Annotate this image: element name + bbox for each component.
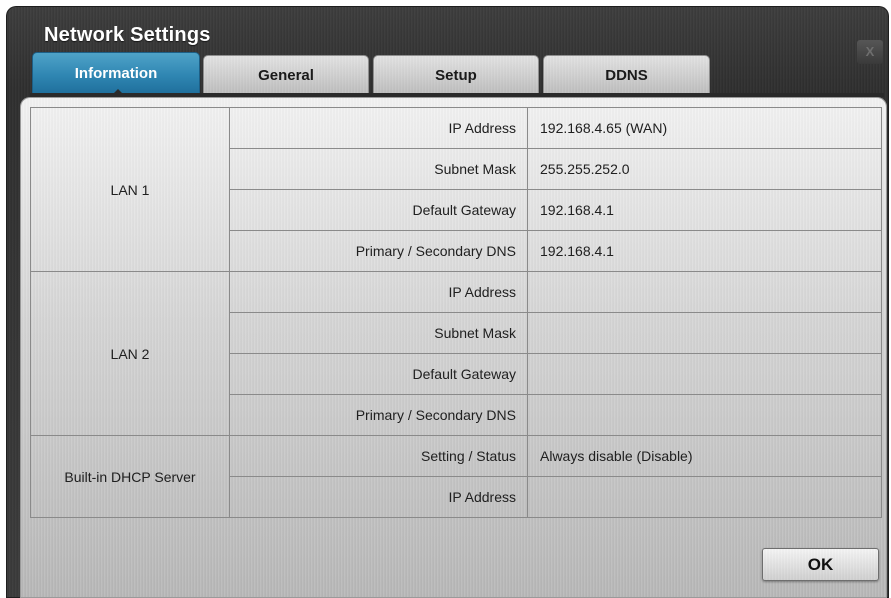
tab-ddns-label: DDNS — [605, 67, 648, 84]
lan2-ip-address-label: IP Address — [229, 271, 528, 313]
tab-setup-label: Setup — [435, 67, 477, 84]
lan2-default-gateway-value — [527, 353, 882, 395]
lan2-dns-value — [527, 394, 882, 436]
lan2-subnet-mask-label: Subnet Mask — [229, 312, 528, 354]
lan1-ip-address-value: 192.168.4.65 (WAN) — [527, 107, 882, 149]
table-row: Built-in DHCP Server Setting / Status Al… — [30, 435, 882, 518]
tab-general-label: General — [258, 67, 314, 84]
dhcp-setting-status-label: Setting / Status — [229, 435, 528, 477]
active-tab-indicator-icon — [113, 89, 123, 94]
window-title: Network Settings — [44, 24, 211, 46]
tab-general[interactable]: General — [203, 55, 369, 94]
lan1-ip-address-label: IP Address — [229, 107, 528, 149]
lan1-subnet-mask-value: 255.255.252.0 — [527, 148, 882, 190]
lan2-subnet-mask-value — [527, 312, 882, 354]
dhcp-ip-address-value — [527, 476, 882, 518]
lan1-dns-value: 192.168.4.1 — [527, 230, 882, 272]
close-icon: X — [865, 44, 875, 59]
table-row: LAN 2 IP Address — [30, 271, 882, 436]
tab-ddns[interactable]: DDNS — [543, 55, 710, 94]
lan1-default-gateway-value: 192.168.4.1 — [527, 189, 882, 231]
dhcp-group-label: Built-in DHCP Server — [30, 435, 230, 518]
lan2-dns-label: Primary / Secondary DNS — [229, 394, 528, 436]
dhcp-ip-address-label: IP Address — [229, 476, 528, 518]
tab-information[interactable]: Information — [32, 52, 200, 94]
close-button[interactable]: X — [857, 40, 883, 64]
tab-setup[interactable]: Setup — [373, 55, 539, 94]
table-row: LAN 1 IP Address 192.168.4.65 (WAN) — [30, 107, 882, 272]
lan2-group-label: LAN 2 — [30, 271, 230, 436]
dhcp-setting-status-value: Always disable (Disable) — [527, 435, 882, 477]
network-info-table: LAN 1 IP Address 192.168.4.65 (WAN) Subn… — [30, 107, 882, 518]
lan2-default-gateway-label: Default Gateway — [229, 353, 528, 395]
lan2-ip-address-value — [527, 271, 882, 313]
tab-information-label: Information — [74, 65, 158, 82]
lan1-subnet-mask-label: Subnet Mask — [229, 148, 528, 190]
lan1-group-label: LAN 1 — [30, 107, 230, 272]
lan1-dns-label: Primary / Secondary DNS — [229, 230, 528, 272]
lan1-default-gateway-label: Default Gateway — [229, 189, 528, 231]
ok-button[interactable]: OK — [762, 548, 879, 581]
